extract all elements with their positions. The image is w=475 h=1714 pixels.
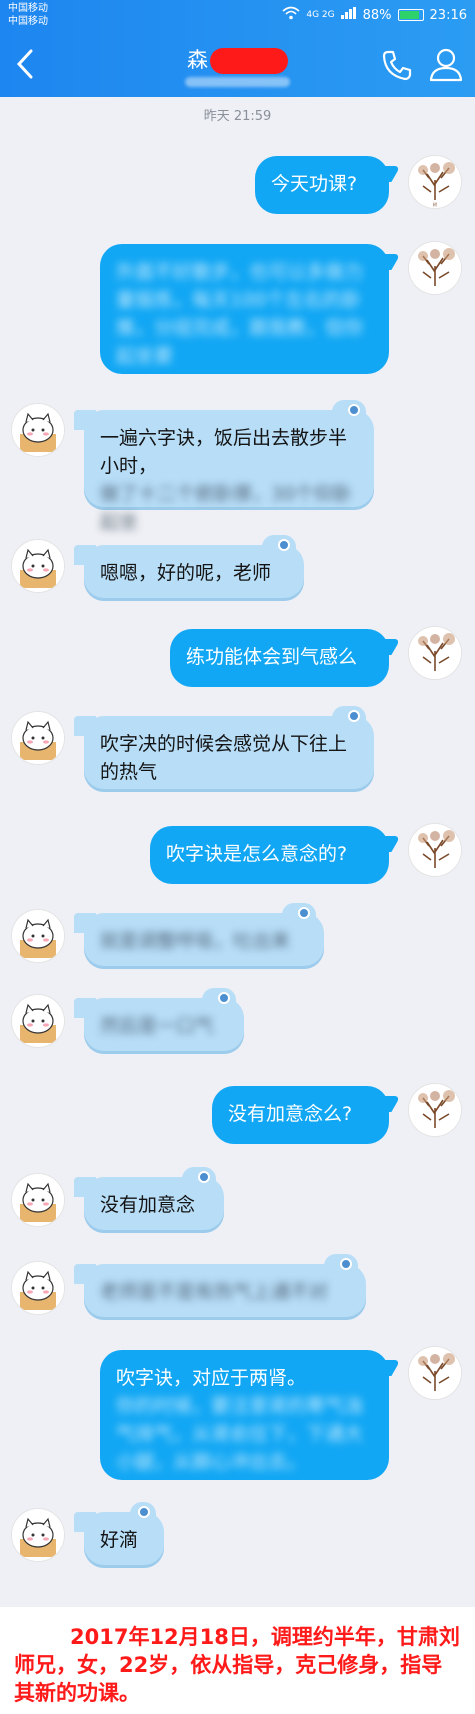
contact-avatar[interactable] (12, 712, 64, 764)
message-text-blurred: 你的时候，要注意肾的寒气浊气排气，从肾俞往下，下通大小腿，从脚心冲出去。 (116, 1395, 364, 1473)
contact-avatar[interactable] (12, 1509, 64, 1561)
message-text-blurred: 老师是不是有热气上通不对 (100, 1281, 329, 1303)
message-text: 今天功课? (271, 173, 358, 195)
message-text: 好滴 (100, 1529, 139, 1551)
message-text: 吹字诀，对应于两肾。 (116, 1367, 307, 1389)
message-text: 没有加意念 (100, 1194, 196, 1216)
message-text-blurred: 然后是一口气 (100, 1015, 215, 1037)
svg-text:树: 树 (433, 201, 437, 207)
contact-avatar[interactable] (12, 910, 64, 962)
message-text: 嗯嗯，好的呢，老师 (100, 562, 272, 584)
contact-avatar[interactable] (12, 540, 64, 592)
message-bubble-outgoing[interactable]: 没有加意念么? (212, 1086, 389, 1144)
wifi-icon (282, 6, 300, 24)
message-text: 没有加意念么? (228, 1103, 353, 1125)
message-bubble-incoming[interactable]: 然后是一口气 (74, 988, 244, 1054)
message-text: 吹字决的时候会感觉从下往上的热气 (100, 733, 348, 783)
contact-avatar[interactable] (12, 1174, 64, 1226)
my-avatar[interactable]: 树 (409, 156, 461, 208)
my-avatar[interactable] (409, 1347, 461, 1399)
message-bubble-outgoing[interactable]: 吹字诀是怎么意念的? (150, 826, 389, 884)
contact-avatar[interactable] (12, 995, 64, 1047)
contact-avatar[interactable] (12, 1262, 64, 1314)
status-time: 23:16 (429, 7, 467, 23)
contact-avatar[interactable] (12, 404, 64, 456)
message-bubble-incoming[interactable]: 嗯嗯，好的呢，老师 (74, 535, 304, 601)
contact-name: 森 (187, 48, 208, 72)
carrier-label: 中国移动 (8, 16, 48, 27)
signal-icon (340, 7, 357, 23)
my-avatar[interactable] (409, 824, 461, 876)
message-text-blurred: 就是调整呼吸，吐出来 (100, 930, 291, 952)
caption-text: 2017年12月18日，调理约半年，甘肃刘师兄，女，22岁，依从指导，克己修身，… (14, 1625, 460, 1705)
message-bubble-incoming[interactable]: 没有加意念 (74, 1167, 224, 1233)
message-bubble-incoming[interactable]: 一遍六字诀，饭后出去散步半小时， 做了十二个俯卧撑，30个仰卧起坐 (74, 400, 374, 533)
my-avatar[interactable] (409, 242, 461, 294)
message-timestamp: 昨天 21:59 (203, 109, 272, 124)
message-bubble-outgoing[interactable]: 吹字诀，对应于两肾。你的时候，要注意肾的寒气浊气排气，从肾俞往下，下通大小腿，从… (100, 1350, 389, 1480)
my-avatar[interactable] (409, 627, 461, 679)
message-text: 吹字诀是怎么意念的? (166, 843, 348, 865)
battery-icon (397, 9, 424, 21)
image-caption: 2017年12月18日，调理约半年，甘肃刘师兄，女，22岁，依从指导，克己修身，… (0, 1607, 475, 1714)
status-bar: 中国移动 中国移动 4G 2G 88% 23:16 (0, 0, 475, 32)
message-bubble-outgoing[interactable]: 练功能体会到气感么 (170, 629, 389, 687)
call-button[interactable] (380, 48, 414, 82)
message-bubble-incoming[interactable]: 老师是不是有热气上通不对 (74, 1254, 366, 1320)
chat-header: 森 (0, 32, 475, 97)
network-label: 4G 2G (306, 10, 335, 20)
message-bubble-outgoing[interactable]: 外面不好散步，也可以多做力量锻炼，每天100个左右的卧推，分组完成，跟我教，但你… (100, 244, 389, 374)
status-icons: 4G 2G 88% 23:16 (282, 6, 467, 24)
battery-percent: 88% (362, 7, 392, 23)
carrier-label: 中国移动 (8, 3, 48, 14)
phone-icon (382, 50, 412, 81)
message-text-blurred: 外面不好散步，也可以多做力量锻炼，每天100个左右的卧推，分组完成，跟我教，但你… (116, 261, 364, 367)
message-bubble-incoming[interactable]: 就是调整呼吸，吐出来 (74, 903, 324, 969)
profile-button[interactable] (428, 46, 464, 82)
message-text-blurred: 做了十二个俯卧撑，30个仰卧起坐 (100, 483, 353, 533)
message-bubble-incoming[interactable]: 好滴 (74, 1502, 164, 1568)
message-bubble-incoming[interactable]: 吹字决的时候会感觉从下往上的热气 (74, 706, 374, 792)
person-icon (429, 48, 463, 82)
my-avatar[interactable] (409, 1084, 461, 1136)
redaction-mark (210, 48, 288, 74)
message-text: 一遍六字诀，饭后出去散步半小时， (100, 427, 348, 477)
message-bubble-outgoing[interactable]: 今天功课? (255, 156, 389, 214)
message-text: 练功能体会到气感么 (186, 646, 358, 668)
